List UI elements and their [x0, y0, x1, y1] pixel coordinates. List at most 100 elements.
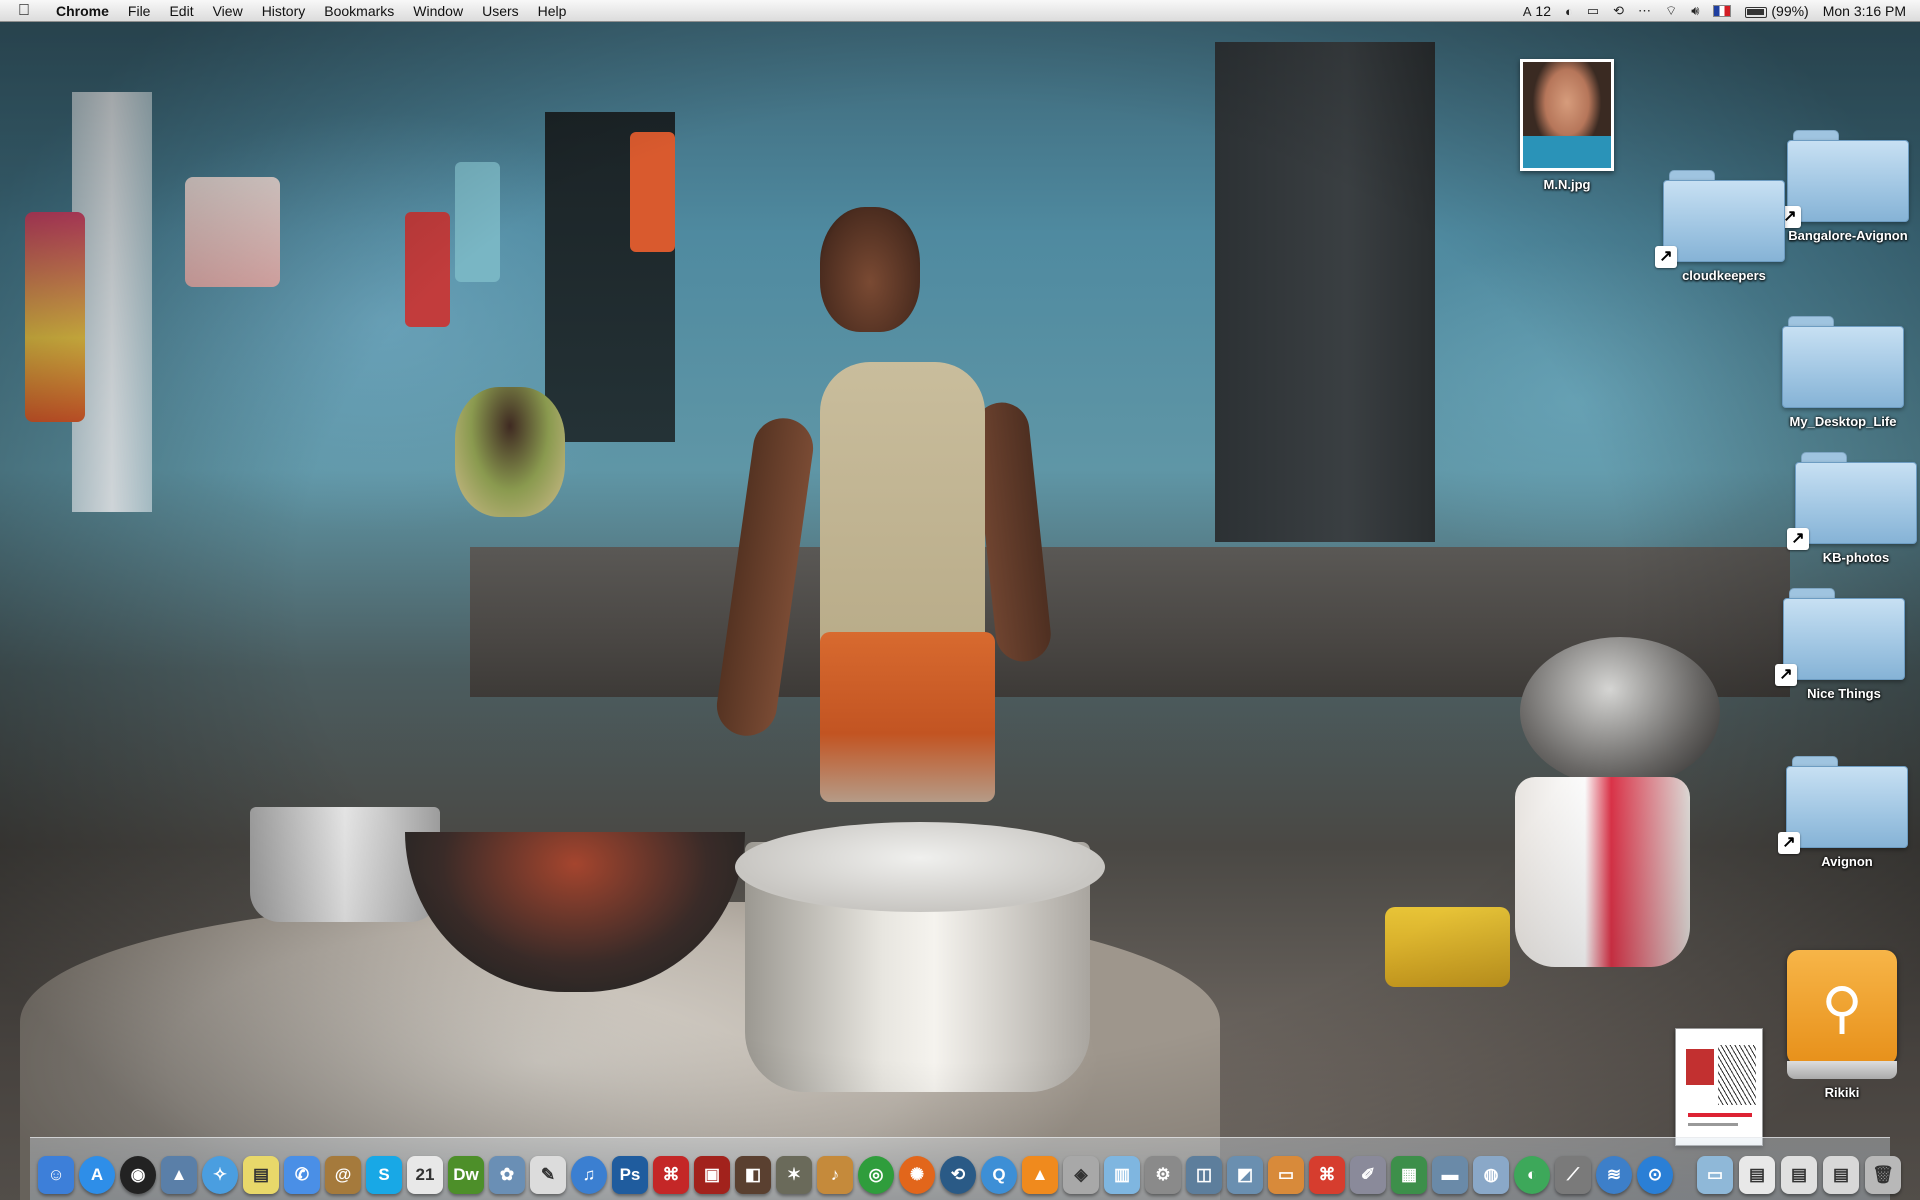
- downloads-stack-icon[interactable]: ▤: [1781, 1156, 1817, 1194]
- system-preferences-icon[interactable]: ⚙: [1145, 1156, 1181, 1194]
- clock[interactable]: Mon 3:16 PM: [1823, 3, 1906, 19]
- pdf-document-icon: [1675, 1028, 1763, 1146]
- firefox-icon[interactable]: ✺: [899, 1156, 935, 1194]
- status-menus: A 12 ◐ ▭ ⟲ ⋯ ⌔ 🔊︎ (99%) Mon 3:16 PM: [1523, 0, 1906, 22]
- menu-help[interactable]: Help: [538, 3, 567, 19]
- alias-arrow-icon: ↗: [1775, 664, 1797, 686]
- dock-apps: ☺ A ◉ ▲ ✧ ▤ ✆ @ S 21 Dw ✿ ✎ ♫ Ps ⌘ ▣ ◧ ✶ ♪ ◎ ✺ ⟲ Q ▲ ◈ ▥ ⚙ ◫ ◩ ▭ ⌘ ✐ ▦ ▬ ◍ ◐…: [38, 1156, 1673, 1194]
- volume-icon[interactable]: 🔊︎: [1691, 3, 1699, 19]
- wallpaper-vignette: [0, 22, 1920, 1200]
- menu-bookmarks[interactable]: Bookmarks: [324, 3, 394, 19]
- menu-file[interactable]: File: [128, 3, 151, 19]
- folder-icon: ↗: [1778, 756, 1908, 854]
- alias-arrow-icon: ↗: [1655, 246, 1677, 268]
- ical-icon[interactable]: 21: [407, 1156, 443, 1194]
- desktop-icon-kb-photos[interactable]: ↗ KB-photos: [1786, 452, 1920, 565]
- adobe-icon: A: [1522, 4, 1532, 19]
- menu-history[interactable]: History: [262, 3, 306, 19]
- preview-icon[interactable]: ▲: [161, 1156, 197, 1194]
- time-machine-status-icon[interactable]: ⟲: [1613, 3, 1624, 19]
- desktop-icon-pdf-document[interactable]: [1649, 1028, 1789, 1146]
- menu-bar:  Chrome File Edit View History Bookmark…: [0, 0, 1920, 22]
- cyberduck-icon[interactable]: ◐: [1514, 1156, 1550, 1194]
- dreamweaver-icon[interactable]: Dw: [448, 1156, 484, 1194]
- sync-icon[interactable]: ◐: [1565, 4, 1573, 19]
- spotlight-icon[interactable]: ⊙: [1637, 1156, 1673, 1194]
- desktop-icon-label: KB-photos: [1822, 550, 1890, 565]
- menu-window[interactable]: Window: [413, 3, 463, 19]
- photo-thumbnail-icon: [1520, 59, 1614, 171]
- desktop-icon-rikiki-drive[interactable]: ⚲ Rikiki: [1772, 950, 1912, 1100]
- image-capture-icon[interactable]: ◧: [735, 1156, 771, 1194]
- stickies-icon[interactable]: ▤: [243, 1156, 279, 1194]
- photoshop-icon[interactable]: Ps: [612, 1156, 648, 1194]
- numbers-icon[interactable]: ▦: [1391, 1156, 1427, 1194]
- menu-users[interactable]: Users: [482, 3, 519, 19]
- usb-drive-icon: ⚲: [1787, 950, 1897, 1079]
- app-store-icon[interactable]: A: [79, 1156, 115, 1194]
- quicktime-icon[interactable]: Q: [981, 1156, 1017, 1194]
- menu-edit[interactable]: Edit: [169, 3, 193, 19]
- dashboard-icon[interactable]: ◉: [120, 1156, 156, 1194]
- digital-color-meter-icon[interactable]: ◫: [1186, 1156, 1222, 1194]
- screenshot-icon[interactable]: ✶: [776, 1156, 812, 1194]
- notification-count: 12: [1535, 3, 1551, 19]
- bluetooth-icon[interactable]: ⋯: [1638, 3, 1651, 19]
- script-editor-icon[interactable]: ✐: [1350, 1156, 1386, 1194]
- adobe-notification-status[interactable]: A 12: [1523, 3, 1551, 19]
- dock-stacks: ▭ ▤ ▤ ▤ 🗑: [1697, 1156, 1901, 1194]
- folder-icon: [1782, 316, 1904, 408]
- time-machine-icon[interactable]: ⟲: [940, 1156, 976, 1194]
- keynote-icon[interactable]: ◩: [1227, 1156, 1263, 1194]
- dock: ☺ A ◉ ▲ ✧ ▤ ✆ @ S 21 Dw ✿ ✎ ♫ Ps ⌘ ▣ ◧ ✶ ♪ ◎ ✺ ⟲ Q ▲ ◈ ▥ ⚙ ◫ ◩ ▭ ⌘ ✐ ▦ ▬ ◍ ◐…: [30, 1137, 1901, 1200]
- desktop-icon-cloudkeepers[interactable]: ↗ cloudkeepers: [1654, 170, 1794, 283]
- photobooth-icon[interactable]: ▣: [694, 1156, 730, 1194]
- itunes-icon[interactable]: ♫: [571, 1156, 607, 1194]
- monitor-icon[interactable]: ▬: [1432, 1156, 1468, 1194]
- presentation-icon[interactable]: ▭: [1268, 1156, 1304, 1194]
- folder-icon: ↗: [1775, 588, 1905, 686]
- battery-percent: (99%): [1771, 3, 1809, 19]
- input-source-flag-icon[interactable]: [1713, 5, 1732, 17]
- iphoto-icon[interactable]: ✿: [489, 1156, 525, 1194]
- address-book-icon[interactable]: @: [325, 1156, 361, 1194]
- folder-icon: ↗: [1787, 452, 1917, 550]
- adobe-reader-icon[interactable]: ⌘: [1309, 1156, 1345, 1194]
- preview-doc-icon[interactable]: ▥: [1104, 1156, 1140, 1194]
- dvd-player-icon[interactable]: ◈: [1063, 1156, 1099, 1194]
- garageband-icon[interactable]: ♪: [817, 1156, 853, 1194]
- battery-status[interactable]: (99%): [1745, 3, 1809, 19]
- network-utility-icon[interactable]: ◍: [1473, 1156, 1509, 1194]
- desktop-icon-nice-things[interactable]: ↗ Nice Things: [1774, 588, 1914, 701]
- migration-icon[interactable]: ≋: [1596, 1156, 1632, 1194]
- desktop-icon-label: Avignon: [1821, 854, 1873, 869]
- trash-icon[interactable]: 🗑: [1865, 1156, 1901, 1194]
- finder-icon[interactable]: ☺: [38, 1156, 74, 1194]
- chrome-icon[interactable]: ◎: [858, 1156, 894, 1194]
- desktop-icon-label: Rikiki: [1824, 1085, 1860, 1100]
- desktop-icon-avignon[interactable]: ↗ Avignon: [1777, 756, 1917, 869]
- wifi-icon[interactable]: ⌔: [1665, 3, 1677, 19]
- vlc-icon[interactable]: ▲: [1022, 1156, 1058, 1194]
- skype-icon[interactable]: S: [366, 1156, 402, 1194]
- textedit-icon[interactable]: ✎: [530, 1156, 566, 1194]
- file-stack-icon[interactable]: ▤: [1823, 1156, 1859, 1194]
- alias-arrow-icon: ↗: [1787, 528, 1809, 550]
- safari-icon[interactable]: ✧: [202, 1156, 238, 1194]
- desktop-icon-bangalore-avignon[interactable]: ↗ Bangalore-Avignon: [1778, 130, 1918, 243]
- applications-stack-icon[interactable]: ▭: [1697, 1156, 1733, 1194]
- display-icon[interactable]: ▭: [1587, 3, 1599, 19]
- battery-icon: [1745, 6, 1768, 18]
- acrobat-icon[interactable]: ⌘: [653, 1156, 689, 1194]
- desktop-icon-my-desktop-life[interactable]: My_Desktop_Life: [1773, 316, 1913, 429]
- desktop-icon-label: cloudkeepers: [1682, 268, 1766, 283]
- menu-app-name[interactable]: Chrome: [56, 3, 109, 19]
- alias-arrow-icon: ↗: [1778, 832, 1800, 854]
- ichat-icon[interactable]: ✆: [284, 1156, 320, 1194]
- menu-view[interactable]: View: [213, 3, 243, 19]
- grapher-icon[interactable]: ⟋: [1555, 1156, 1591, 1194]
- apple-menu-icon[interactable]: : [18, 2, 38, 20]
- documents-stack-icon[interactable]: ▤: [1739, 1156, 1775, 1194]
- desktop-icon-label: Nice Things: [1807, 686, 1881, 701]
- desktop-icon-mn-photo[interactable]: M.N.jpg: [1497, 59, 1637, 192]
